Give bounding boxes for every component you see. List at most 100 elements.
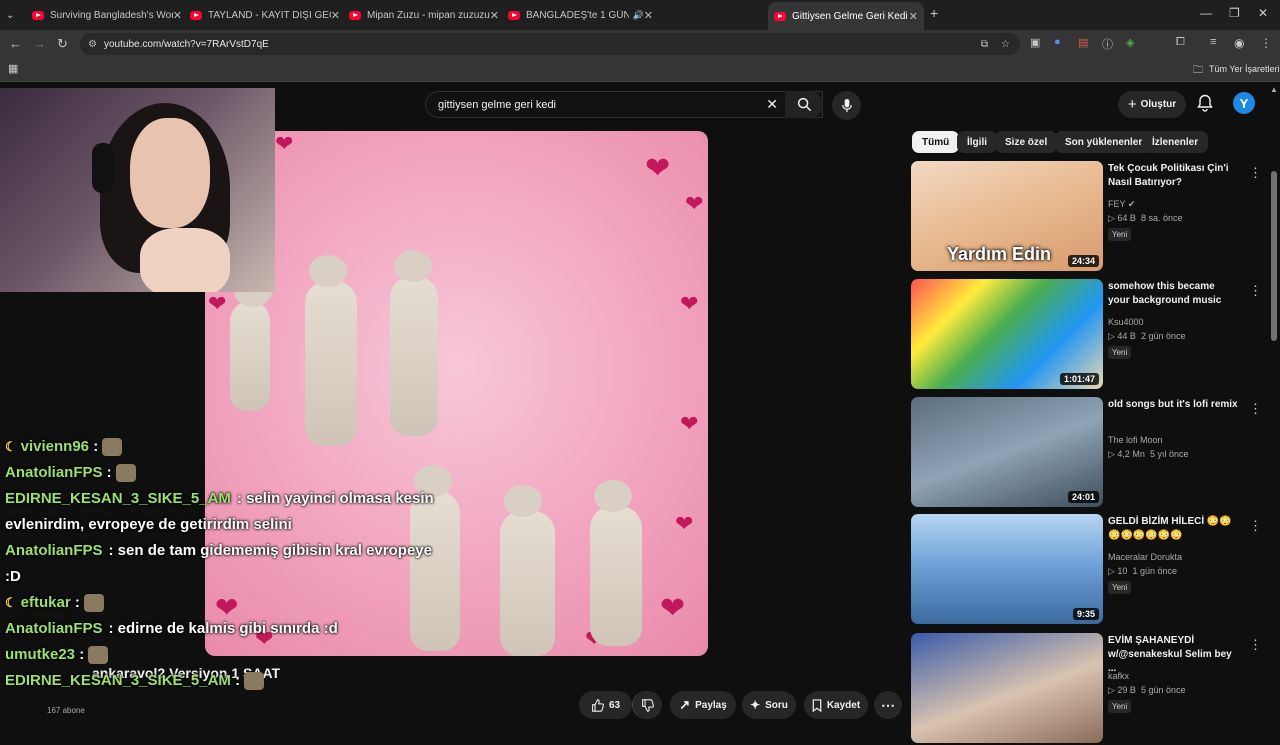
video-thumbnail[interactable]: Yardım Edin 24:34: [911, 161, 1103, 271]
dancing-cat: [590, 480, 642, 646]
scroll-up-icon[interactable]: ▲: [1270, 85, 1278, 94]
bookmark-star-icon[interactable]: ☆: [1001, 39, 1010, 50]
browser-tab[interactable]: Mipan Zuzu - mipan zuzuzu Or ✕: [349, 4, 499, 26]
more-options-icon[interactable]: ⋮: [1249, 283, 1262, 299]
create-button[interactable]: + Oluştur: [1118, 91, 1186, 118]
moon-badge-icon: ☾: [5, 595, 17, 610]
video-thumbnail[interactable]: 24:01: [911, 397, 1103, 507]
more-actions-button[interactable]: ⋯: [874, 691, 902, 719]
channel-name[interactable]: kafkx: [1108, 671, 1129, 681]
extension-icon[interactable]: ●: [1054, 36, 1061, 48]
all-bookmarks-link[interactable]: Tüm Yer İşaretleri: [1209, 64, 1280, 74]
chip-filter[interactable]: Size özel: [995, 131, 1058, 153]
heart-decoration: ❤: [275, 131, 294, 156]
chat-username: AnatolianFPS: [5, 620, 103, 637]
search-button[interactable]: [785, 91, 823, 118]
close-icon[interactable]: ✕: [331, 9, 340, 22]
more-options-icon[interactable]: ⋮: [1249, 401, 1262, 417]
apps-grid-icon[interactable]: ▦: [8, 62, 18, 75]
related-video-title[interactable]: GELDİ BİZİM HİLECİ 😳😳😳😳😳😳😳😳: [1108, 515, 1238, 543]
related-video-item[interactable]: Yardım Edin 24:34 Tek Çocuk Politikası Çin…: [911, 161, 1262, 273]
browser-tab[interactable]: TAYLAND - KAYIT DIŞI GECE HA ✕: [190, 4, 340, 26]
related-video-item[interactable]: 1:01:47 somehow this became your backgrou…: [911, 279, 1262, 391]
extension-icon[interactable]: ▣: [1030, 36, 1040, 49]
scrollbar-thumb[interactable]: [1271, 171, 1277, 341]
forward-icon[interactable]: →: [33, 36, 46, 51]
close-icon[interactable]: ✕: [644, 9, 653, 22]
chip-filter[interactable]: İlgili: [957, 131, 997, 153]
notifications-button[interactable]: [1197, 94, 1213, 117]
reload-icon[interactable]: ↻: [57, 36, 68, 52]
extension-icon[interactable]: ▤: [1078, 36, 1088, 49]
video-thumbnail[interactable]: [911, 633, 1103, 743]
cast-icon[interactable]: ⧉: [981, 39, 988, 50]
related-video-title[interactable]: somehow this became your background musi…: [1108, 280, 1238, 308]
clear-search-icon[interactable]: ✕: [766, 96, 778, 113]
browser-tab[interactable]: Surviving Bangladesh's Worst S ✕: [32, 4, 182, 26]
channel-row: FEY ✔: [1108, 199, 1135, 210]
related-video-title[interactable]: EVİM ŞAHANEYDİ w/@senakeskul Selim bey .…: [1108, 634, 1238, 676]
chat-emote-icon: [244, 672, 265, 691]
browser-tab-active[interactable]: Gittiysen Gelme Geri Kedi Versi ✕: [768, 2, 924, 30]
search-input[interactable]: gittiysen gelme geri kedi ✕: [425, 91, 823, 118]
chat-message: AnatolianFPS :: [5, 464, 136, 483]
browser-tab[interactable]: BANGLADEŞ'te 1 GÜN GEÇ 🔊 ✕: [508, 4, 653, 26]
channel-row: Ksu4000: [1108, 317, 1144, 327]
chip-all[interactable]: Tümü: [912, 131, 960, 153]
more-options-icon[interactable]: ⋮: [1249, 637, 1262, 653]
youtube-favicon-icon: [349, 10, 361, 20]
close-icon[interactable]: ✕: [490, 9, 499, 22]
more-options-icon[interactable]: ⋮: [1249, 165, 1262, 181]
save-label: Kaydet: [826, 699, 861, 711]
back-icon[interactable]: ←: [9, 36, 22, 51]
extension-icon[interactable]: ◈: [1126, 36, 1134, 49]
minimize-button[interactable]: —: [1200, 6, 1212, 20]
channel-name[interactable]: FEY: [1108, 199, 1125, 209]
dislike-button[interactable]: [632, 691, 662, 719]
chip-filter[interactable]: İzlenenler: [1142, 131, 1209, 153]
chat-username: vivienn96: [20, 438, 90, 455]
related-video-item[interactable]: EVİM ŞAHANEYDİ w/@senakeskul Selim bey .…: [911, 633, 1262, 745]
related-video-title[interactable]: old songs but it's lofi remix: [1108, 398, 1238, 412]
related-video-item[interactable]: 24:01 old songs but it's lofi remix The lo…: [911, 397, 1262, 509]
site-info-icon[interactable]: ⚙: [88, 39, 97, 50]
voice-search-button[interactable]: [832, 91, 861, 120]
channel-name[interactable]: The lofi Moon: [1108, 435, 1163, 445]
ask-button[interactable]: ✦ Soru: [742, 691, 796, 719]
channel-name[interactable]: Maceralar Dorukta: [1108, 552, 1182, 562]
more-options-icon[interactable]: ⋮: [1249, 518, 1262, 534]
address-bar[interactable]: ⚙ youtube.com/watch?v=7RArVstD7qE ⧉ ☆: [80, 33, 1020, 55]
save-button[interactable]: Kaydet: [804, 691, 868, 719]
new-tab-button[interactable]: +: [930, 5, 938, 21]
extensions-puzzle-icon[interactable]: ⧠: [1176, 36, 1185, 49]
channel-name[interactable]: Ksu4000: [1108, 317, 1144, 327]
reading-list-icon[interactable]: ≡: [1210, 36, 1216, 48]
video-thumbnail[interactable]: 9:35: [911, 514, 1103, 624]
close-window-button[interactable]: ✕: [1258, 6, 1268, 20]
related-video-title[interactable]: Tek Çocuk Politikası Çin'i Nasıl Batırıy…: [1108, 162, 1238, 190]
tab-search-button[interactable]: ⌄: [6, 4, 24, 26]
close-icon[interactable]: ✕: [173, 9, 182, 22]
close-icon[interactable]: ✕: [909, 10, 918, 23]
account-avatar[interactable]: Y: [1233, 92, 1255, 114]
like-button[interactable]: 63: [579, 691, 632, 719]
chat-username: umutke23: [5, 646, 76, 663]
menu-kebab-icon[interactable]: ⋮: [1260, 36, 1272, 50]
chat-colon: :: [230, 672, 241, 689]
like-count: 63: [608, 699, 621, 711]
maximize-button[interactable]: ❐: [1229, 6, 1240, 20]
extension-icon[interactable]: ⓘ: [1102, 36, 1113, 52]
tab-title: TAYLAND - KAYIT DIŞI GECE HA: [208, 9, 331, 21]
heart-decoration: ❤: [675, 511, 694, 536]
views-icon: ▷: [1108, 331, 1118, 341]
profile-icon[interactable]: ◉: [1234, 36, 1244, 50]
channel-row: The lofi Moon: [1108, 435, 1163, 445]
heart-decoration: ❤: [680, 411, 699, 436]
related-video-item[interactable]: 9:35 GELDİ BİZİM HİLECİ 😳😳😳😳😳😳😳😳 Maceralar…: [911, 514, 1262, 626]
video-thumbnail[interactable]: 1:01:47: [911, 279, 1103, 389]
chip-filter[interactable]: Son yüklenenler: [1055, 131, 1153, 153]
video-player[interactable]: ❤ ❤ ❤ ❤ ❤ ❤ ❤ ❤ ❤ ❤ ❤: [205, 131, 708, 656]
speaker-icon[interactable]: 🔊: [633, 10, 644, 21]
headset: [92, 143, 114, 193]
share-button[interactable]: ↗ Paylaş: [670, 691, 736, 719]
